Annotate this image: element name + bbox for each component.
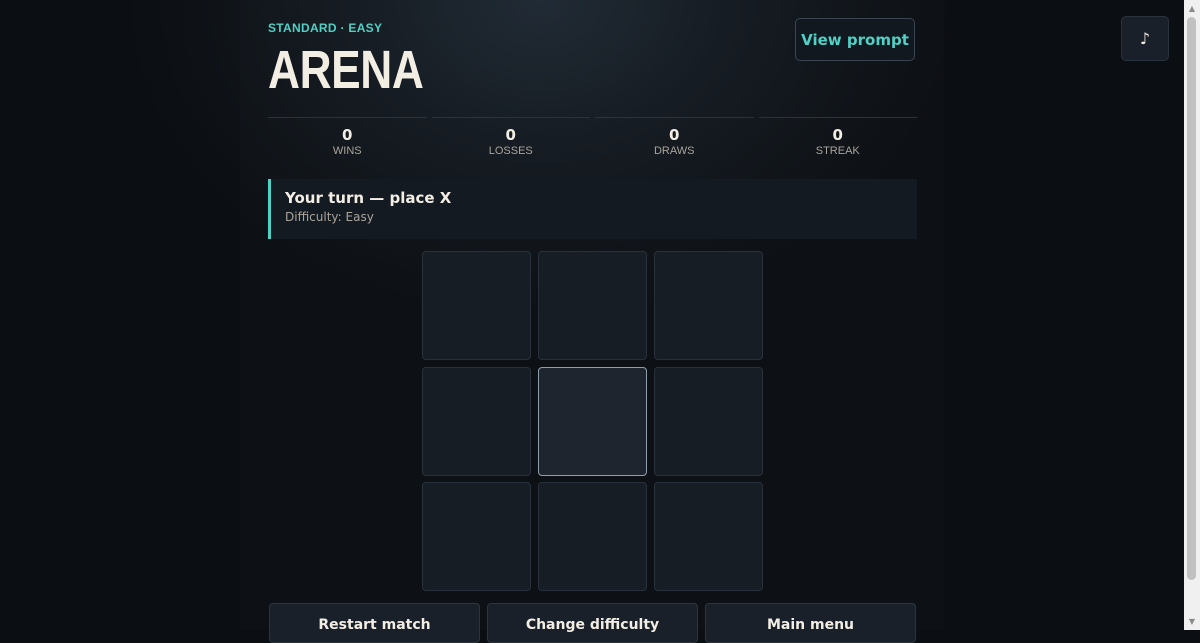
- board-cell-7[interactable]: [538, 482, 647, 591]
- stat-value: 0: [669, 126, 680, 144]
- scrollbar-thumb[interactable]: [1187, 17, 1196, 580]
- stat-label: LOSSES: [488, 145, 533, 157]
- stat-label: STREAK: [815, 145, 860, 157]
- turn-status-title: Your turn — place X: [285, 189, 452, 207]
- board-cell-1[interactable]: [538, 251, 647, 360]
- stat-value: 0: [505, 126, 516, 144]
- board-cell-0[interactable]: [422, 251, 531, 360]
- main-menu-button[interactable]: Main menu: [705, 603, 916, 643]
- stat-value: 0: [342, 126, 353, 144]
- board-cell-5[interactable]: [654, 367, 763, 476]
- stat-losses: 0 LOSSES: [431, 117, 590, 163]
- board-cell-6[interactable]: [422, 482, 531, 591]
- board-cell-8[interactable]: [654, 482, 763, 591]
- board-cell-2[interactable]: [654, 251, 763, 360]
- turn-status-panel: Your turn — place X Difficulty: Easy: [268, 179, 917, 239]
- action-buttons: Restart match Change difficulty Main men…: [269, 603, 916, 643]
- mode-label: STANDARD · EASY: [268, 21, 383, 35]
- stat-streak: 0 STREAK: [758, 117, 917, 163]
- difficulty-status: Difficulty: Easy: [285, 210, 374, 224]
- music-toggle-button[interactable]: ♪: [1121, 16, 1169, 61]
- board-cell-4[interactable]: [538, 367, 647, 476]
- stats-bar: 0 WINS 0 LOSSES 0 DRAWS 0 STREAK: [268, 117, 917, 163]
- stat-label: DRAWS: [653, 145, 695, 157]
- stat-value: 0: [832, 126, 843, 144]
- vertical-scrollbar[interactable]: ▲ ▼: [1184, 0, 1200, 630]
- scroll-up-arrow-icon[interactable]: ▲: [1184, 0, 1200, 17]
- stat-label: WINS: [332, 145, 362, 157]
- stat-wins: 0 WINS: [268, 117, 427, 163]
- page-title: ARENA: [268, 40, 424, 100]
- scroll-down-arrow-icon[interactable]: ▼: [1184, 613, 1200, 630]
- restart-match-button[interactable]: Restart match: [269, 603, 480, 643]
- music-note-icon: ♪: [1139, 29, 1151, 48]
- stat-draws: 0 DRAWS: [595, 117, 754, 163]
- game-board: [422, 251, 763, 591]
- change-difficulty-button[interactable]: Change difficulty: [487, 603, 698, 643]
- view-prompt-button[interactable]: View prompt: [795, 18, 915, 61]
- board-cell-3[interactable]: [422, 367, 531, 476]
